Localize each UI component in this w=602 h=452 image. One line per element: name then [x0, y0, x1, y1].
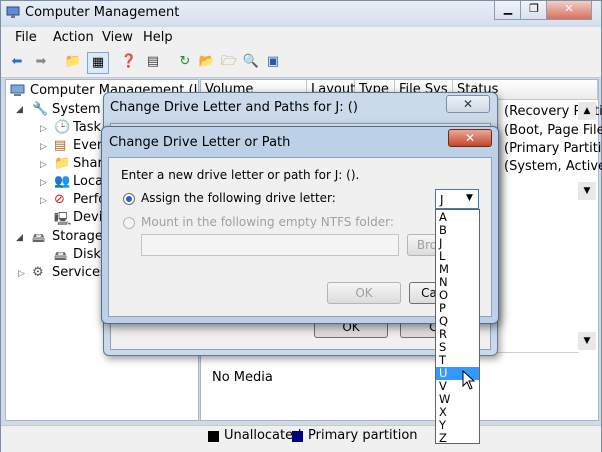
menu-file[interactable]: File [15, 30, 37, 45]
window-title: Computer Management [25, 5, 180, 20]
export-icon[interactable]: 📂 [197, 52, 217, 72]
forward-arrow-icon[interactable]: ➡ [31, 52, 51, 72]
expand-icon[interactable]: ▷ [40, 178, 47, 188]
menu-help[interactable]: Help [143, 30, 173, 45]
title-bar: Computer Management ▁ ❐ ✕ [1, 1, 601, 25]
help-icon[interactable]: ❓ [119, 52, 139, 72]
mount-folder-radio[interactable] [123, 217, 135, 229]
show-hide-tree-icon[interactable]: ▦ [87, 52, 109, 74]
table-cell-status: (System, Active, P [504, 159, 602, 174]
properties-icon[interactable]: ▣ [263, 52, 283, 72]
back-arrow-icon[interactable]: ⬅ [7, 52, 27, 72]
expand-icon[interactable]: ▷ [40, 196, 47, 206]
open-folder-icon[interactable]: 🗁 [219, 52, 239, 72]
menu-action[interactable]: Action [53, 30, 94, 45]
expand-icon[interactable]: ▷ [18, 269, 25, 279]
computer-management-icon [6, 6, 20, 18]
performance-icon: ⊘ [54, 192, 65, 207]
computer-icon [10, 84, 25, 96]
mount-folder-label: Mount in the following empty NTFS folder… [141, 215, 394, 229]
assign-letter-radio[interactable] [123, 193, 135, 205]
minimize-button[interactable]: ▁ [494, 1, 522, 20]
clock-icon: 🕒 [54, 120, 71, 135]
legend-unallocated-swatch [208, 431, 219, 442]
close-icon[interactable]: ✕ [448, 129, 492, 147]
drive-letter-option[interactable]: B [436, 224, 479, 237]
table-cell-status: (Boot, Page File, ( [504, 123, 602, 138]
legend-primary-swatch [292, 431, 303, 442]
menu-bar: File Action View Help [1, 27, 601, 49]
refresh-icon[interactable]: ↻ [175, 52, 195, 72]
expand-icon[interactable]: ▷ [40, 142, 47, 152]
drive-letter-option[interactable]: Z [436, 432, 479, 445]
menu-view[interactable]: View [102, 30, 133, 45]
event-viewer-icon: ▤ [54, 138, 67, 153]
search-icon[interactable]: 🔍 [241, 52, 261, 72]
collapse-icon[interactable]: ◢ [16, 105, 23, 115]
shared-folder-icon: 📁 [54, 156, 71, 171]
drive-letter-select[interactable]: J ▼ [435, 189, 479, 209]
toolbar: ⬅ ➡ 📁 ▦ ❓ ▤ ↻ 📂 🗁 🔍 ▣ [1, 49, 601, 78]
scroll-down-icon[interactable]: ▼ [578, 332, 596, 350]
legend-primary-label: Primary partition [308, 428, 418, 443]
table-cell-status: (Primary Partitio [504, 141, 602, 156]
dialog-title: Change Drive Letter or Path [109, 135, 291, 150]
up-folder-icon[interactable]: 📁 [63, 52, 83, 72]
folder-path-field[interactable] [141, 234, 399, 256]
assign-letter-label: Assign the following drive letter: [141, 191, 336, 205]
collapse-icon[interactable]: ◢ [16, 233, 23, 243]
storage-icon: 🖴 [32, 231, 46, 246]
dialog-title: Change Drive Letter and Paths for J: () [110, 100, 358, 115]
scroll-up-icon[interactable]: ▲ [578, 102, 596, 120]
chevron-down-icon: ▼ [466, 193, 473, 203]
legend-unallocated-label: Unallocated [224, 428, 302, 443]
selected-letter: J [440, 193, 444, 207]
expand-icon[interactable]: ▷ [40, 124, 47, 134]
expand-icon[interactable]: ▷ [40, 160, 47, 170]
drive-letter-options: ABJLMNOPQRSTUVWXYZ [435, 209, 480, 445]
users-icon: 👥 [54, 174, 71, 189]
disk-no-media-label: No Media [212, 370, 273, 385]
status-bar: Unallocated Primary partition [1, 425, 601, 452]
tools-icon: 🔧 [32, 102, 49, 117]
close-icon[interactable]: ✕ [446, 95, 490, 113]
maximize-button[interactable]: ❐ [520, 1, 548, 20]
services-icon: ⚙ [32, 265, 44, 280]
prompt-text: Enter a new drive letter or path for J: … [121, 168, 360, 182]
close-button[interactable]: ✕ [546, 1, 592, 20]
action-pane-icon[interactable]: ▤ [143, 52, 163, 72]
ok-button[interactable]: OK [327, 282, 401, 304]
mouse-pointer-icon [462, 370, 476, 390]
scroll-down-icon[interactable]: ▼ [578, 182, 596, 200]
tree-item-storage[interactable]: Storage [52, 229, 103, 244]
